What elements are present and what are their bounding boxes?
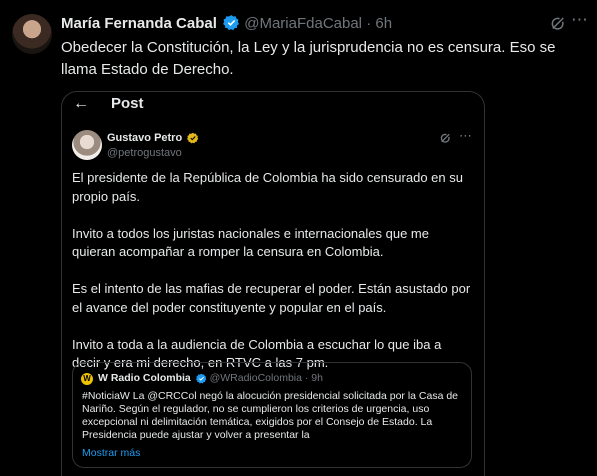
verified-badge-icon[interactable] (223, 14, 240, 35)
show-more-link: Mostrar más (82, 447, 141, 459)
quote-handle: @WRadioColombia (209, 372, 302, 384)
paragraph: El presidente de la República de Colombi… (72, 170, 463, 204)
timestamp[interactable]: 6h (375, 15, 392, 32)
author-name[interactable]: María Fernanda Cabal (61, 15, 217, 32)
author-handle[interactable]: @MariaFdaCabal (244, 15, 362, 32)
quote-header: W Radio Colombia @WRadioColombia · 9h (98, 372, 323, 387)
more-icon[interactable]: ⋯ (571, 10, 589, 30)
inner-grok-icon (439, 132, 452, 150)
inner-author-name: Gustavo Petro (107, 132, 183, 144)
quoted-post: W W Radio Colombia @WRadioColombia · 9h … (72, 362, 472, 468)
wradio-logo: W (81, 373, 93, 385)
inner-verified-badge-icon (187, 132, 199, 147)
quote-time: 9h (311, 372, 323, 384)
paragraph: Es el intento de las mafias de recuperar… (72, 281, 471, 315)
inner-author-avatar (72, 130, 102, 160)
arrow-left-icon[interactable]: ← (73, 95, 89, 113)
inner-author-name-row: Gustavo Petro (107, 132, 199, 147)
separator-dot: · (366, 15, 372, 32)
post-header: ← Post (62, 92, 484, 120)
author-avatar[interactable] (12, 14, 52, 54)
quote-author-name: W Radio Colombia (98, 372, 191, 384)
grok-icon[interactable] (549, 15, 567, 38)
post-title: Post (111, 95, 144, 112)
quote-verified-badge-icon (195, 373, 207, 387)
tweet-text: Obedecer la Constitución, la Ley y la ju… (61, 39, 556, 78)
quote-separator: · (304, 372, 309, 384)
paragraph: Invito a todos los juristas nacionales e… (72, 225, 429, 260)
inner-author-handle: @petrogustavo (107, 147, 182, 159)
inner-post-text: El presidente de la República de Colombi… (72, 169, 472, 391)
tweet-header: María Fernanda Cabal @MariaFdaCabal · 6h (61, 14, 577, 36)
quote-text: #NoticiaW La @CRCCol negó la alocución p… (82, 390, 459, 441)
inner-more-icon: ⋯ (459, 128, 472, 143)
embedded-post-screenshot[interactable]: ← Post Gustavo Petro @petrogustavo ⋯ El … (61, 91, 485, 476)
